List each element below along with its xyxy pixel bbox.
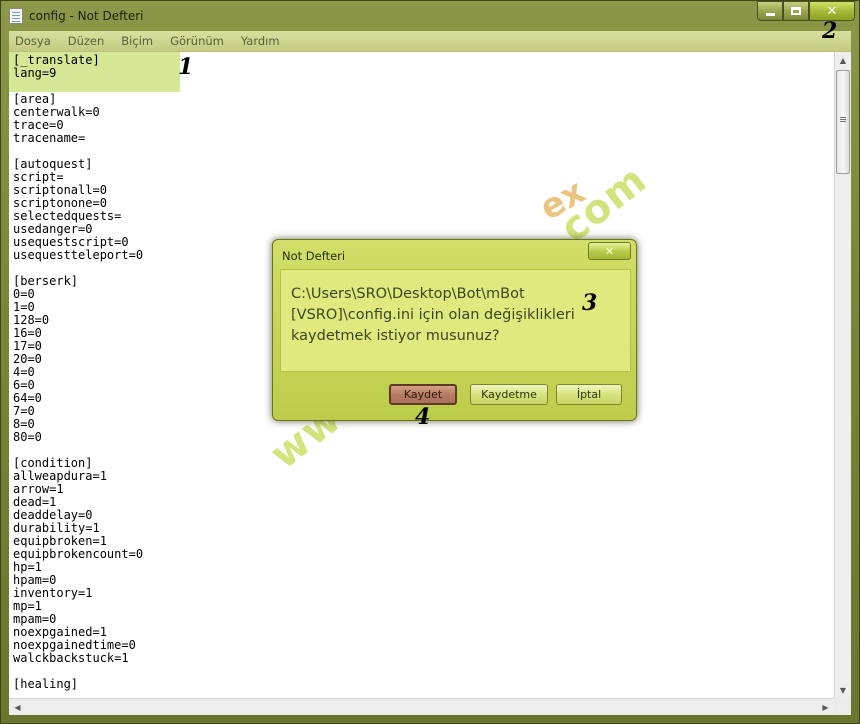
editor-line: [area] <box>13 92 57 106</box>
editor-line: walckbackstuck=1 <box>13 651 129 665</box>
save-button[interactable]: Kaydet <box>389 384 457 405</box>
dialog-title: Not Defteri <box>282 249 346 263</box>
editor-line: [_translate] <box>13 53 100 67</box>
editor-line: mp=1 <box>13 599 42 613</box>
dont-save-button[interactable]: Kaydetme <box>470 384 548 405</box>
annotation-marker-3: 3 <box>582 290 598 316</box>
menu-bicim[interactable]: Biçim <box>121 34 153 48</box>
editor-line: scriptonall=0 <box>13 183 107 197</box>
maximize-icon <box>791 7 801 15</box>
editor-line: mpam=0 <box>13 612 57 626</box>
editor-line: trace=0 <box>13 118 64 132</box>
dialog-message: C:\Users\SRO\Desktop\Bot\mBot [VSRO]\con… <box>291 286 575 344</box>
save-dialog: Not Defteri ✕ C:\Users\SRO\Desktop\Bot\m… <box>272 239 637 421</box>
editor-line: noexpgained=1 <box>13 625 107 639</box>
editor-line: arrow=1 <box>13 482 64 496</box>
editor-line: lang=9 <box>13 66 57 80</box>
dialog-footer: Kaydet Kaydetme İptal <box>280 372 631 414</box>
editor-line: allweapdura=1 <box>13 469 107 483</box>
annotation-marker-2: 2 <box>822 18 838 44</box>
editor-line: deaddelay=0 <box>13 508 93 522</box>
menu-duzen[interactable]: Düzen <box>68 34 105 48</box>
editor-line: 80=0 <box>13 430 42 444</box>
scroll-right-icon[interactable]: ▶ <box>817 699 834 715</box>
editor-line: usedanger=0 <box>13 222 93 236</box>
minimize-button[interactable] <box>757 1 783 21</box>
close-icon: ✕ <box>604 244 615 258</box>
minimize-icon <box>765 12 775 16</box>
window-title: config - Not Defteri <box>29 9 144 23</box>
annotation-marker-4: 4 <box>415 404 431 430</box>
editor-line: dead=1 <box>13 495 57 509</box>
dialog-body: C:\Users\SRO\Desktop\Bot\mBot [VSRO]\con… <box>280 269 631 372</box>
menu-yardim[interactable]: Yardım <box>241 34 280 48</box>
notepad-icon <box>9 8 23 24</box>
close-icon: ✕ <box>826 3 838 19</box>
editor-line: [healing] <box>13 677 79 691</box>
editor-line: scriptonone=0 <box>13 196 107 210</box>
scroll-thumb[interactable] <box>836 70 850 174</box>
dialog-close-button[interactable]: ✕ <box>588 242 631 260</box>
title-bar[interactable]: config - Not Defteri ✕ <box>1 1 859 31</box>
editor-line: tracename= <box>13 131 86 145</box>
scroll-down-icon[interactable]: ▼ <box>835 682 851 699</box>
editor-line: centerwalk=0 <box>13 105 100 119</box>
editor-line: selectedquests= <box>13 209 122 223</box>
cancel-button[interactable]: İptal <box>556 384 622 405</box>
menu-gorunum[interactable]: Görünüm <box>170 34 224 48</box>
editor-line: [condition] <box>13 456 93 470</box>
caption-buttons: ✕ <box>757 1 855 21</box>
editor-line: durability=1 <box>13 521 100 535</box>
scroll-left-icon[interactable]: ◀ <box>9 699 26 715</box>
editor-line: noexpgainedtime=0 <box>13 638 136 652</box>
scroll-corner <box>834 698 851 715</box>
horizontal-scrollbar[interactable]: ◀ ▶ <box>9 698 834 715</box>
vertical-scrollbar[interactable]: ▲ ▼ <box>834 52 851 699</box>
annotation-marker-1: 1 <box>178 54 194 80</box>
scroll-up-icon[interactable]: ▲ <box>835 52 851 69</box>
maximize-button[interactable] <box>783 1 809 21</box>
editor-line: script= <box>13 170 64 184</box>
editor-line: hp=1 <box>13 560 42 574</box>
menu-bar: Dosya Düzen Biçim Görünüm Yardım <box>9 31 851 51</box>
editor-line: equipbrokencount=0 <box>13 547 144 561</box>
editor-line: [autoquest] <box>13 157 93 171</box>
editor-line: inventory=1 <box>13 586 93 600</box>
menu-dosya[interactable]: Dosya <box>15 34 51 48</box>
editor-line: hpam=0 <box>13 573 57 587</box>
